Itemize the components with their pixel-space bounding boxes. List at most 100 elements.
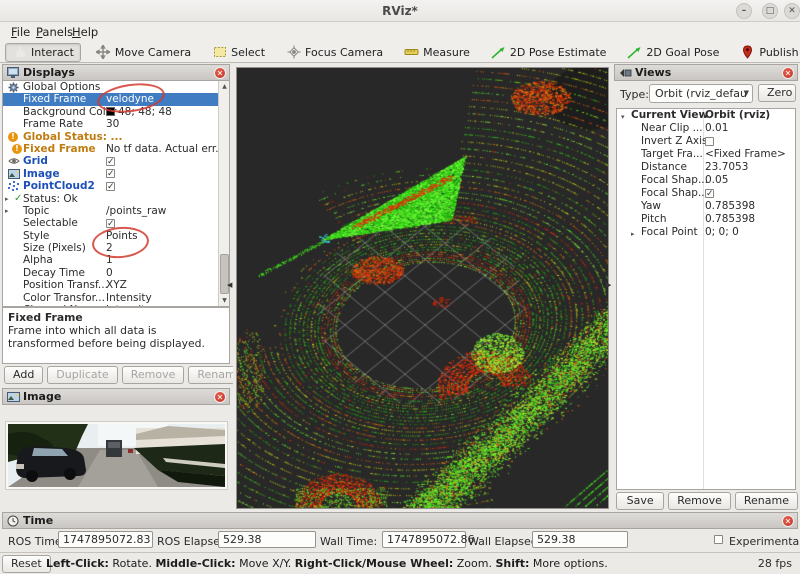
close-button[interactable]: ✕ [784, 3, 800, 19]
view-property-row-invert-z-axis[interactable]: Invert Z Axis [617, 135, 795, 148]
property-name: Focal Point [641, 226, 698, 239]
left-splitter-collapse-icon[interactable]: ◀ [227, 281, 232, 289]
views-panel-header[interactable]: Views ✕ [614, 64, 798, 81]
displays-scrollbar[interactable]: ▲ ▼ [218, 81, 229, 306]
property-row-grid[interactable]: Grid✓ [3, 155, 220, 167]
property-value[interactable]: 30 [106, 118, 119, 130]
right-splitter-collapse-icon[interactable]: ▶ [606, 281, 611, 289]
time-close-icon[interactable]: ✕ [782, 515, 794, 527]
view-property-row-target-fra[interactable]: Target Fra...<Fixed Frame> [617, 148, 795, 161]
tool-measure[interactable]: Measure [398, 43, 476, 62]
expander-icon[interactable]: ▸ [631, 228, 635, 241]
view-property-row-distance[interactable]: Distance23.7053 [617, 161, 795, 174]
property-row-image[interactable]: Image✓ [3, 168, 220, 180]
property-value[interactable] [705, 135, 714, 148]
ros-elapsed-input[interactable]: 529.38 [218, 531, 316, 548]
minimize-button[interactable]: – [736, 3, 752, 19]
property-value[interactable]: Intensity [106, 292, 152, 304]
view-type-dropdown[interactable]: Orbit (rviz_defau ▼ [649, 84, 753, 103]
wall-elapsed-input[interactable]: 529.38 [532, 531, 628, 548]
property-value[interactable]: Orbit (rviz) [705, 109, 770, 122]
property-value[interactable]: 0.785398 [705, 200, 755, 213]
checkbox[interactable]: ✓ [106, 169, 115, 178]
eye-icon [8, 156, 20, 166]
displays-panel-header[interactable]: Displays ✕ [2, 64, 230, 81]
views-save-button[interactable]: Save [616, 492, 664, 510]
view-property-row-near-clip[interactable]: Near Clip ...0.01 [617, 122, 795, 135]
tool-move-camera[interactable]: Move Camera [90, 43, 197, 62]
property-value[interactable]: XYZ [106, 279, 127, 291]
tool-interact[interactable]: Interact [5, 43, 81, 62]
tool-2d-goal-pose[interactable]: 2D Goal Pose [621, 43, 725, 62]
property-row-status-ok[interactable]: ▸✓Status: Ok [3, 193, 220, 205]
property-row-position-transf[interactable]: Position Transf...XYZ [3, 279, 220, 291]
maximize-button[interactable]: □ [762, 3, 778, 19]
property-value[interactable]: 0.05 [705, 174, 728, 187]
property-value[interactable]: No tf data. Actual err... [106, 143, 225, 155]
time-panel-header[interactable]: Time ✕ [2, 512, 798, 529]
view-property-row-yaw[interactable]: Yaw0.785398 [617, 200, 795, 213]
view-type-label: Type: [620, 88, 649, 101]
view-property-row-current-view[interactable]: ▾Current ViewOrbit (rviz) [617, 109, 795, 122]
property-value[interactable]: <Fixed Frame> [705, 148, 786, 161]
tool-focus-camera[interactable]: Focus Camera [280, 43, 389, 62]
tool-publish-point[interactable]: Publish Point [734, 43, 800, 62]
ros-time-input[interactable]: 1747895072.83 [58, 531, 153, 548]
property-row-pointcloud2[interactable]: PointCloud2✓ [3, 180, 220, 192]
property-row-topic[interactable]: ▸Topic/points_raw [3, 205, 220, 217]
property-row-decay-time[interactable]: Decay Time0 [3, 267, 220, 279]
property-row-color-transfor[interactable]: Color Transfor...Intensity [3, 292, 220, 304]
property-value[interactable]: 23.7053 [705, 161, 748, 174]
property-row-fixed-frame[interactable]: !Fixed FrameNo tf data. Actual err... [3, 143, 220, 155]
checkbox[interactable]: ✓ [705, 189, 714, 198]
expander-icon[interactable]: ▸ [5, 193, 9, 205]
wall-time-label: Wall Time: [320, 535, 377, 548]
checkbox[interactable] [705, 137, 714, 146]
scroll-up-icon[interactable]: ▲ [219, 81, 230, 92]
reset-button[interactable]: Reset [2, 555, 51, 573]
checkbox[interactable]: ✓ [106, 182, 115, 191]
checkbox[interactable]: ✓ [106, 219, 115, 228]
scroll-down-icon[interactable]: ▼ [219, 295, 230, 306]
checkbox[interactable]: ✓ [106, 157, 115, 166]
property-value[interactable]: ✓ [106, 180, 115, 192]
property-value[interactable]: 0.785398 [705, 213, 755, 226]
image-close-icon[interactable]: ✕ [214, 391, 226, 403]
tool-2d-pose-estimate[interactable]: 2D Pose Estimate [485, 43, 613, 62]
property-value[interactable]: 0; 0; 0 [705, 226, 739, 239]
image-panel-title: Image [23, 390, 61, 403]
view-property-row-focal-shap[interactable]: Focal Shap...0.05 [617, 174, 795, 187]
property-row-frame-rate[interactable]: Frame Rate30 [3, 118, 220, 130]
view-property-row-focal-shap[interactable]: Focal Shap...✓ [617, 187, 795, 200]
property-value[interactable]: 0.01 [705, 122, 728, 135]
displays-add-button[interactable]: Add [4, 366, 43, 384]
zero-button[interactable]: Zero [758, 84, 796, 102]
property-value[interactable]: ✓ [106, 155, 115, 167]
displays-duplicate-button: Duplicate [47, 366, 117, 384]
3d-viewport[interactable] [233, 64, 612, 512]
experimental-label: Experimental [729, 535, 800, 548]
expander-icon[interactable]: ▸ [5, 205, 9, 217]
experimental-checkbox[interactable] [714, 535, 723, 544]
displays-close-icon[interactable]: ✕ [214, 67, 226, 79]
views-close-icon[interactable]: ✕ [782, 67, 794, 79]
green-arrow-icon [491, 45, 506, 59]
property-row-global-status[interactable]: !Global Status: ... [3, 131, 220, 143]
views-remove-button[interactable]: Remove [668, 492, 731, 510]
property-value[interactable]: ✓ [106, 168, 115, 180]
time-panel-title: Time [23, 514, 53, 527]
menu-help[interactable]: Help [68, 22, 102, 42]
image-panel-header[interactable]: Image ✕ [2, 388, 230, 405]
views-rename-button[interactable]: Rename [735, 492, 798, 510]
tool-select[interactable]: Select [206, 43, 271, 62]
view-property-row-pitch[interactable]: Pitch0.785398 [617, 213, 795, 226]
wall-time-input[interactable]: 1747895072.86 [382, 531, 466, 548]
menu-file[interactable]: File [7, 22, 34, 42]
view-property-row-focal-point[interactable]: ▸ Focal Point 0; 0; 0 [617, 226, 795, 239]
property-name: Style [23, 230, 49, 242]
property-value[interactable]: /points_raw [106, 205, 166, 217]
pointcloud-canvas[interactable] [237, 68, 608, 508]
property-value[interactable]: ✓ [705, 187, 714, 200]
property-value[interactable]: 0 [106, 267, 113, 279]
tool-label: 2D Pose Estimate [510, 46, 607, 59]
